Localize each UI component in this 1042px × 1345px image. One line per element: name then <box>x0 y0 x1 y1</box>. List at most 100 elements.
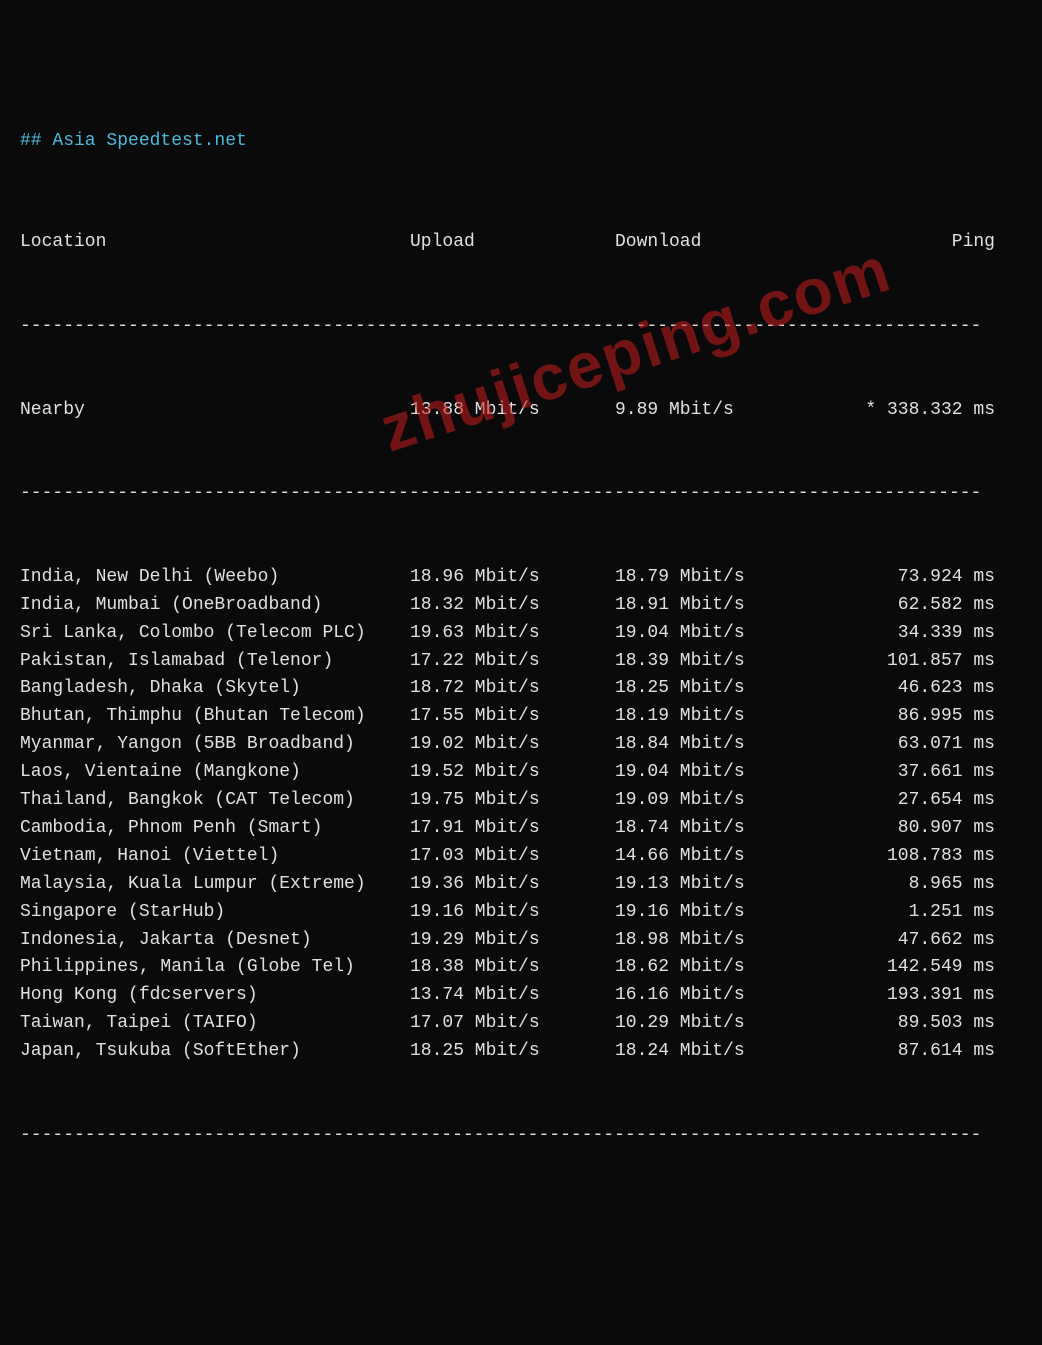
table-row: Taiwan, Taipei (TAIFO)17.07 Mbit/s10.29 … <box>20 1010 1022 1038</box>
table-row: India, New Delhi (Weebo)18.96 Mbit/s18.7… <box>20 564 1022 592</box>
cell-location: Malaysia, Kuala Lumpur (Extreme) <box>20 871 410 899</box>
cell-download: 18.62 Mbit/s <box>615 954 820 982</box>
col-location-header: Location <box>20 229 410 257</box>
table-row: Bangladesh, Dhaka (Skytel)18.72 Mbit/s18… <box>20 675 1022 703</box>
cell-download: 18.98 Mbit/s <box>615 927 820 955</box>
cell-ping: 47.662 ms <box>820 927 995 955</box>
cell-ping: 62.582 ms <box>820 592 995 620</box>
cell-ping: 80.907 ms <box>820 815 995 843</box>
table-body: India, New Delhi (Weebo)18.96 Mbit/s18.7… <box>20 564 1022 1066</box>
cell-upload: 19.75 Mbit/s <box>410 787 615 815</box>
cell-download: 19.13 Mbit/s <box>615 871 820 899</box>
table-header: Location Upload Download Ping <box>20 229 1022 257</box>
cell-ping: 108.783 ms <box>820 843 995 871</box>
cell-location: Bangladesh, Dhaka (Skytel) <box>20 675 410 703</box>
cell-download: 18.79 Mbit/s <box>615 564 820 592</box>
cell-location: Pakistan, Islamabad (Telenor) <box>20 648 410 676</box>
table-row: India, Mumbai (OneBroadband)18.32 Mbit/s… <box>20 592 1022 620</box>
cell-ping: 73.924 ms <box>820 564 995 592</box>
cell-location: Sri Lanka, Colombo (Telecom PLC) <box>20 620 410 648</box>
cell-ping: 142.549 ms <box>820 954 995 982</box>
table-row: Singapore (StarHub)19.16 Mbit/s19.16 Mbi… <box>20 899 1022 927</box>
cell-upload: 19.16 Mbit/s <box>410 899 615 927</box>
cell-upload: 17.07 Mbit/s <box>410 1010 615 1038</box>
cell-ping: 37.661 ms <box>820 759 995 787</box>
cell-download: 18.91 Mbit/s <box>615 592 820 620</box>
table-row: Malaysia, Kuala Lumpur (Extreme)19.36 Mb… <box>20 871 1022 899</box>
table-row: Hong Kong (fdcservers)13.74 Mbit/s16.16 … <box>20 982 1022 1010</box>
table-row: Thailand, Bangkok (CAT Telecom)19.75 Mbi… <box>20 787 1022 815</box>
cell-download: 14.66 Mbit/s <box>615 843 820 871</box>
table-row: Japan, Tsukuba (SoftEther)18.25 Mbit/s18… <box>20 1038 1022 1066</box>
cell-download: 18.24 Mbit/s <box>615 1038 820 1066</box>
cell-location: India, New Delhi (Weebo) <box>20 564 410 592</box>
table-row: Sri Lanka, Colombo (Telecom PLC)19.63 Mb… <box>20 620 1022 648</box>
nearby-row: Nearby 13.88 Mbit/s 9.89 Mbit/s * 338.33… <box>20 397 1022 425</box>
cell-location: Indonesia, Jakarta (Desnet) <box>20 927 410 955</box>
cell-location: Japan, Tsukuba (SoftEther) <box>20 1038 410 1066</box>
cell-upload: 18.32 Mbit/s <box>410 592 615 620</box>
cell-ping: 46.623 ms <box>820 675 995 703</box>
divider: ----------------------------------------… <box>20 313 1005 341</box>
divider: ----------------------------------------… <box>20 480 1005 508</box>
col-ping-header: Ping <box>820 229 995 257</box>
cell-download: 10.29 Mbit/s <box>615 1010 820 1038</box>
table-row: Bhutan, Thimphu (Bhutan Telecom)17.55 Mb… <box>20 703 1022 731</box>
cell-download: 19.09 Mbit/s <box>615 787 820 815</box>
table-row: Pakistan, Islamabad (Telenor)17.22 Mbit/… <box>20 648 1022 676</box>
cell-location: Bhutan, Thimphu (Bhutan Telecom) <box>20 703 410 731</box>
cell-upload: 19.29 Mbit/s <box>410 927 615 955</box>
table-row: Philippines, Manila (Globe Tel)18.38 Mbi… <box>20 954 1022 982</box>
cell-download: 18.19 Mbit/s <box>615 703 820 731</box>
table-row: Myanmar, Yangon (5BB Broadband)19.02 Mbi… <box>20 731 1022 759</box>
table-row: Cambodia, Phnom Penh (Smart)17.91 Mbit/s… <box>20 815 1022 843</box>
cell-upload: 17.22 Mbit/s <box>410 648 615 676</box>
cell-upload: 18.96 Mbit/s <box>410 564 615 592</box>
cell-upload: 13.74 Mbit/s <box>410 982 615 1010</box>
cell-ping: 101.857 ms <box>820 648 995 676</box>
cell-ping: 34.339 ms <box>820 620 995 648</box>
cell-ping: 1.251 ms <box>820 899 995 927</box>
cell-download: 19.16 Mbit/s <box>615 899 820 927</box>
cell-upload: 17.91 Mbit/s <box>410 815 615 843</box>
cell-upload: 17.55 Mbit/s <box>410 703 615 731</box>
cell-location: Taiwan, Taipei (TAIFO) <box>20 1010 410 1038</box>
cell-download: 19.04 Mbit/s <box>615 759 820 787</box>
cell-ping: 8.965 ms <box>820 871 995 899</box>
cell-upload: 19.02 Mbit/s <box>410 731 615 759</box>
cell-location: Hong Kong (fdcservers) <box>20 982 410 1010</box>
cell-download: 18.84 Mbit/s <box>615 731 820 759</box>
cell-location: Singapore (StarHub) <box>20 899 410 927</box>
cell-location: Cambodia, Phnom Penh (Smart) <box>20 815 410 843</box>
cell-download: 19.04 Mbit/s <box>615 620 820 648</box>
nearby-ping: * 338.332 ms <box>820 397 995 425</box>
col-upload-header: Upload <box>410 229 615 257</box>
cell-ping: 87.614 ms <box>820 1038 995 1066</box>
cell-download: 18.39 Mbit/s <box>615 648 820 676</box>
section-title: ## Asia Speedtest.net <box>20 128 1022 156</box>
cell-download: 18.74 Mbit/s <box>615 815 820 843</box>
cell-location: Thailand, Bangkok (CAT Telecom) <box>20 787 410 815</box>
cell-ping: 86.995 ms <box>820 703 995 731</box>
table-row: Vietnam, Hanoi (Viettel)17.03 Mbit/s14.6… <box>20 843 1022 871</box>
table-row: Laos, Vientaine (Mangkone)19.52 Mbit/s19… <box>20 759 1022 787</box>
cell-location: Myanmar, Yangon (5BB Broadband) <box>20 731 410 759</box>
nearby-location: Nearby <box>20 397 410 425</box>
cell-ping: 27.654 ms <box>820 787 995 815</box>
cell-upload: 18.25 Mbit/s <box>410 1038 615 1066</box>
divider: ----------------------------------------… <box>20 1122 1005 1150</box>
cell-location: Philippines, Manila (Globe Tel) <box>20 954 410 982</box>
watermark: zhujiceping.com <box>368 220 904 479</box>
table-row: Indonesia, Jakarta (Desnet)19.29 Mbit/s1… <box>20 927 1022 955</box>
col-download-header: Download <box>615 229 820 257</box>
cell-ping: 63.071 ms <box>820 731 995 759</box>
cell-upload: 18.72 Mbit/s <box>410 675 615 703</box>
cell-upload: 18.38 Mbit/s <box>410 954 615 982</box>
cell-download: 18.25 Mbit/s <box>615 675 820 703</box>
cell-ping: 89.503 ms <box>820 1010 995 1038</box>
cell-download: 16.16 Mbit/s <box>615 982 820 1010</box>
cell-ping: 193.391 ms <box>820 982 995 1010</box>
cell-location: India, Mumbai (OneBroadband) <box>20 592 410 620</box>
cell-upload: 19.63 Mbit/s <box>410 620 615 648</box>
cell-upload: 19.36 Mbit/s <box>410 871 615 899</box>
